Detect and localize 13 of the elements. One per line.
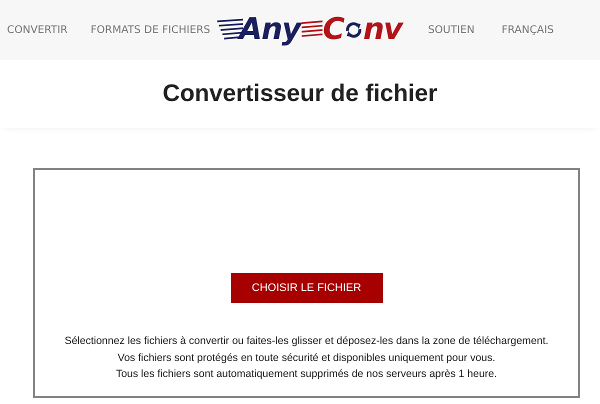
choose-file-button[interactable]: CHOISIR LE FICHIER — [230, 273, 382, 303]
nav-link[interactable]: FRANÇAIS — [502, 24, 554, 36]
info-text: Tous les fichiers sont automatiquement supprimés de nos serveurs après 1 heure. — [116, 367, 498, 382]
logo-text: Any — [239, 13, 300, 47]
drop-zone[interactable] — [33, 168, 580, 398]
nav-link[interactable]: CONVERTIR — [7, 24, 68, 36]
page-title: Convertisseur de fichier — [162, 80, 438, 108]
nav-link[interactable]: FORMATS DE FICHIERS — [90, 24, 210, 36]
logo-text: C — [322, 13, 344, 47]
logo-text: nv — [363, 13, 402, 47]
info-text: Sélectionnez les fichiers à convertir ou faites-les glisser et déposez-les dans la zone de téléchargement. — [64, 334, 548, 349]
info-text: Vos fichiers sont protégés en toute sécurité et disponibles uniquement pour vous. — [118, 350, 496, 366]
nav-link[interactable]: SOUTIEN — [428, 24, 475, 36]
